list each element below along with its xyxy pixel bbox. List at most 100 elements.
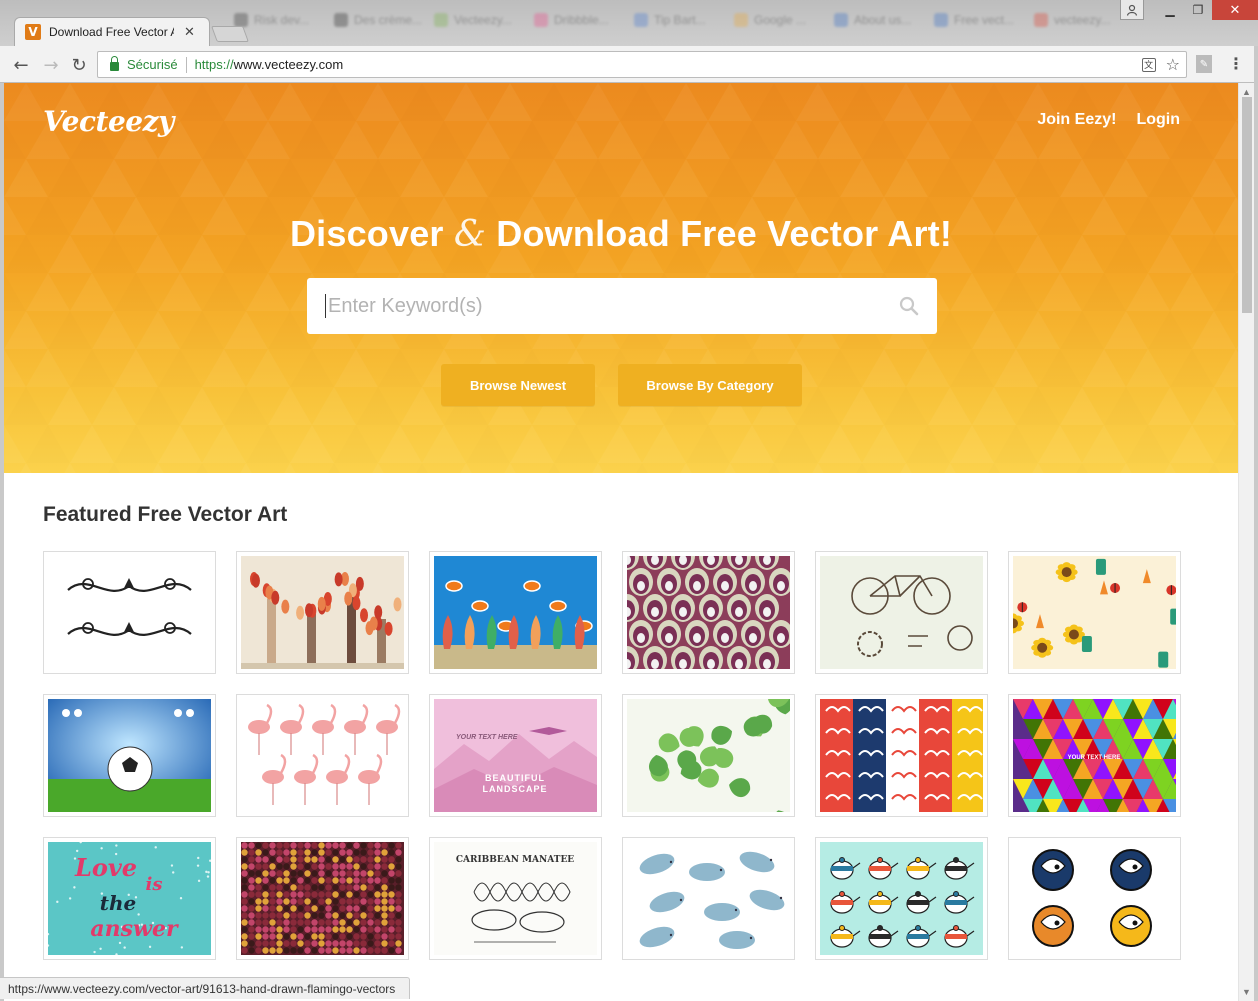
background-tab-label: Google ... [754,13,807,27]
headline-text: Discover [289,213,454,254]
new-tab-button[interactable] [211,26,249,42]
thumbnail-art-soccer-stadium [48,699,211,812]
favicon-icon [434,13,448,27]
user-profile-icon[interactable] [1120,0,1144,20]
thumbnail-image: YOUR TEXT HERE [1013,699,1176,812]
text-caret [325,294,326,318]
thumbnail-art-caribbean-manatee: CARIBBEAN MANATEE [434,842,597,955]
address-bar[interactable]: Sécurisé https:// www.vecteezy.com 文 ☆ [97,51,1187,78]
background-tab-label: Vecteezy... [454,13,512,27]
favicon-icon [1034,13,1048,27]
minimize-icon[interactable]: ▁ [1156,0,1184,20]
thumbnail-card-garden-pattern[interactable] [1008,551,1181,674]
background-tab[interactable]: Tip Bart... [628,8,728,32]
thumbnail-art-autumn-trees [241,556,404,669]
reload-icon[interactable]: ↻ [68,54,90,76]
back-arrow-icon[interactable]: ← [10,54,32,76]
featured-section-title: Featured Free Vector Art [43,503,288,526]
headline-text: Download Free Vector Art! [486,213,953,254]
page-viewport: Vecteezy Join Eezy! Login Discover & Dow… [4,83,1238,1001]
background-tab[interactable]: Dribbble... [528,8,628,32]
translate-icon[interactable]: 文 [1141,57,1156,72]
lock-icon[interactable] [110,56,119,71]
thumbnail-card-bicycle-line-art[interactable] [815,551,988,674]
thumbnail-card-teapots[interactable] [815,837,988,960]
thumbnail-card-pink-landscape[interactable]: YOUR TEXT HERE BEAUTIFUL LANDSCAPE [429,694,602,817]
favicon-icon [734,13,748,27]
bookmark-star-icon[interactable]: ☆ [1166,55,1180,75]
thumbnail-image [241,842,404,955]
thumbnail-art-teapots [820,842,983,955]
thumbnail-card-caribbean-manatee[interactable]: CARIBBEAN MANATEE [429,837,602,960]
favicon-icon: V [25,24,41,40]
maximize-icon[interactable]: ❐ [1184,0,1212,20]
background-tab[interactable]: Google ... [728,8,828,32]
search-icon[interactable] [899,296,919,316]
thumbnail-art-peacock-pattern [627,556,790,669]
vertical-scrollbar[interactable]: ▲ ▼ [1238,83,1254,1001]
thumbnail-card-manatees[interactable] [622,837,795,960]
site-logo[interactable]: Vecteezy [43,105,174,138]
background-tab[interactable]: Vecteezy... [428,8,528,32]
background-tab[interactable]: Free vect... [928,8,1028,32]
favicon-icon [834,13,848,27]
url-scheme: https:// [194,57,234,72]
tab-active[interactable]: V Download Free Vector Art ✕ [14,17,210,46]
thumbnail-card-colorful-geometric[interactable]: YOUR TEXT HERE [1008,694,1181,817]
join-link[interactable]: Join Eezy! [1037,111,1116,129]
thumbnail-art-manatees [627,842,790,955]
thumbnail-image: Love is the answer [48,842,211,955]
scrollbar-thumb[interactable] [1242,97,1252,313]
thumbnail-image [627,699,790,812]
thumbnail-image [48,556,211,669]
header-nav: Join Eezy! Login [1037,111,1180,129]
thumbnail-caption: Love [74,853,137,882]
browse-by-category-button[interactable]: Browse By Category [618,364,802,406]
thumbnail-image [820,842,983,955]
tab-close-icon[interactable]: ✕ [184,24,195,40]
background-tab[interactable]: vecteezy... [1028,8,1118,32]
pdf-extension-icon[interactable]: ✎ [1196,55,1212,73]
thumbnail-card-ornamental-swirls[interactable] [43,551,216,674]
thumbnail-caption: CARIBBEAN MANATEE [456,855,574,865]
thumbnail-card-flamingos[interactable] [236,694,409,817]
thumbnail-card-sports-mascots[interactable] [1008,837,1181,960]
thumbnail-caption: BEAUTIFUL [485,773,545,783]
search-box[interactable] [307,278,937,334]
thumbnail-card-mosaic-bokeh[interactable] [236,837,409,960]
thumbnail-card-autumn-trees[interactable] [236,551,409,674]
window-frame [1254,46,1258,1001]
background-tab[interactable]: About us... [828,8,928,32]
thumbnail-card-love-lettering[interactable]: Love is the answer [43,837,216,960]
background-tab[interactable]: Des crème... [328,8,428,32]
thumbnail-art-pink-landscape: YOUR TEXT HERE BEAUTIFULLANDSCAPE [434,699,597,812]
browser-menu-icon[interactable]: ⋮ [1228,54,1244,74]
svg-text:LANDSCAPE: LANDSCAPE [482,784,547,794]
thumbnail-art-colorful-geometric: YOUR TEXT HERE [1013,699,1176,812]
thumbnail-card-peacock-pattern[interactable] [622,551,795,674]
thumbnail-image [241,556,404,669]
url-host: www.vecteezy.com [233,57,344,72]
scroll-down-arrow-icon[interactable]: ▼ [1242,987,1251,997]
thumbnail-art-mosaic-bokeh [241,842,404,955]
thumbnail-image [820,556,983,669]
thumbnail-image [434,556,597,669]
scroll-up-arrow-icon[interactable]: ▲ [1242,87,1251,97]
thumbnail-card-ginkgo-leaves[interactable] [622,694,795,817]
favicon-icon [634,13,648,27]
secure-label: Sécurisé [127,57,178,72]
thumbnail-card-chinese-cloud-patterns[interactable] [815,694,988,817]
background-tabs: Risk dev... Des crème... Vecteezy... Dribbb… [228,8,1118,32]
thumbnail-image [627,842,790,955]
forward-arrow-icon[interactable]: → [40,54,62,76]
thumbnail-caption: is [146,874,163,895]
thumbnail-art-underwater-reef [434,556,597,669]
thumbnail-card-underwater-reef[interactable] [429,551,602,674]
search-input[interactable] [328,294,888,318]
browse-newest-button[interactable]: Browse Newest [441,364,595,406]
login-link[interactable]: Login [1136,111,1180,129]
thumbnail-art-flamingos [241,699,404,812]
window-close-icon[interactable]: ✕ [1212,0,1258,20]
thumbnail-art-chinese-cloud-patterns [820,699,983,812]
thumbnail-card-soccer-stadium[interactable] [43,694,216,817]
